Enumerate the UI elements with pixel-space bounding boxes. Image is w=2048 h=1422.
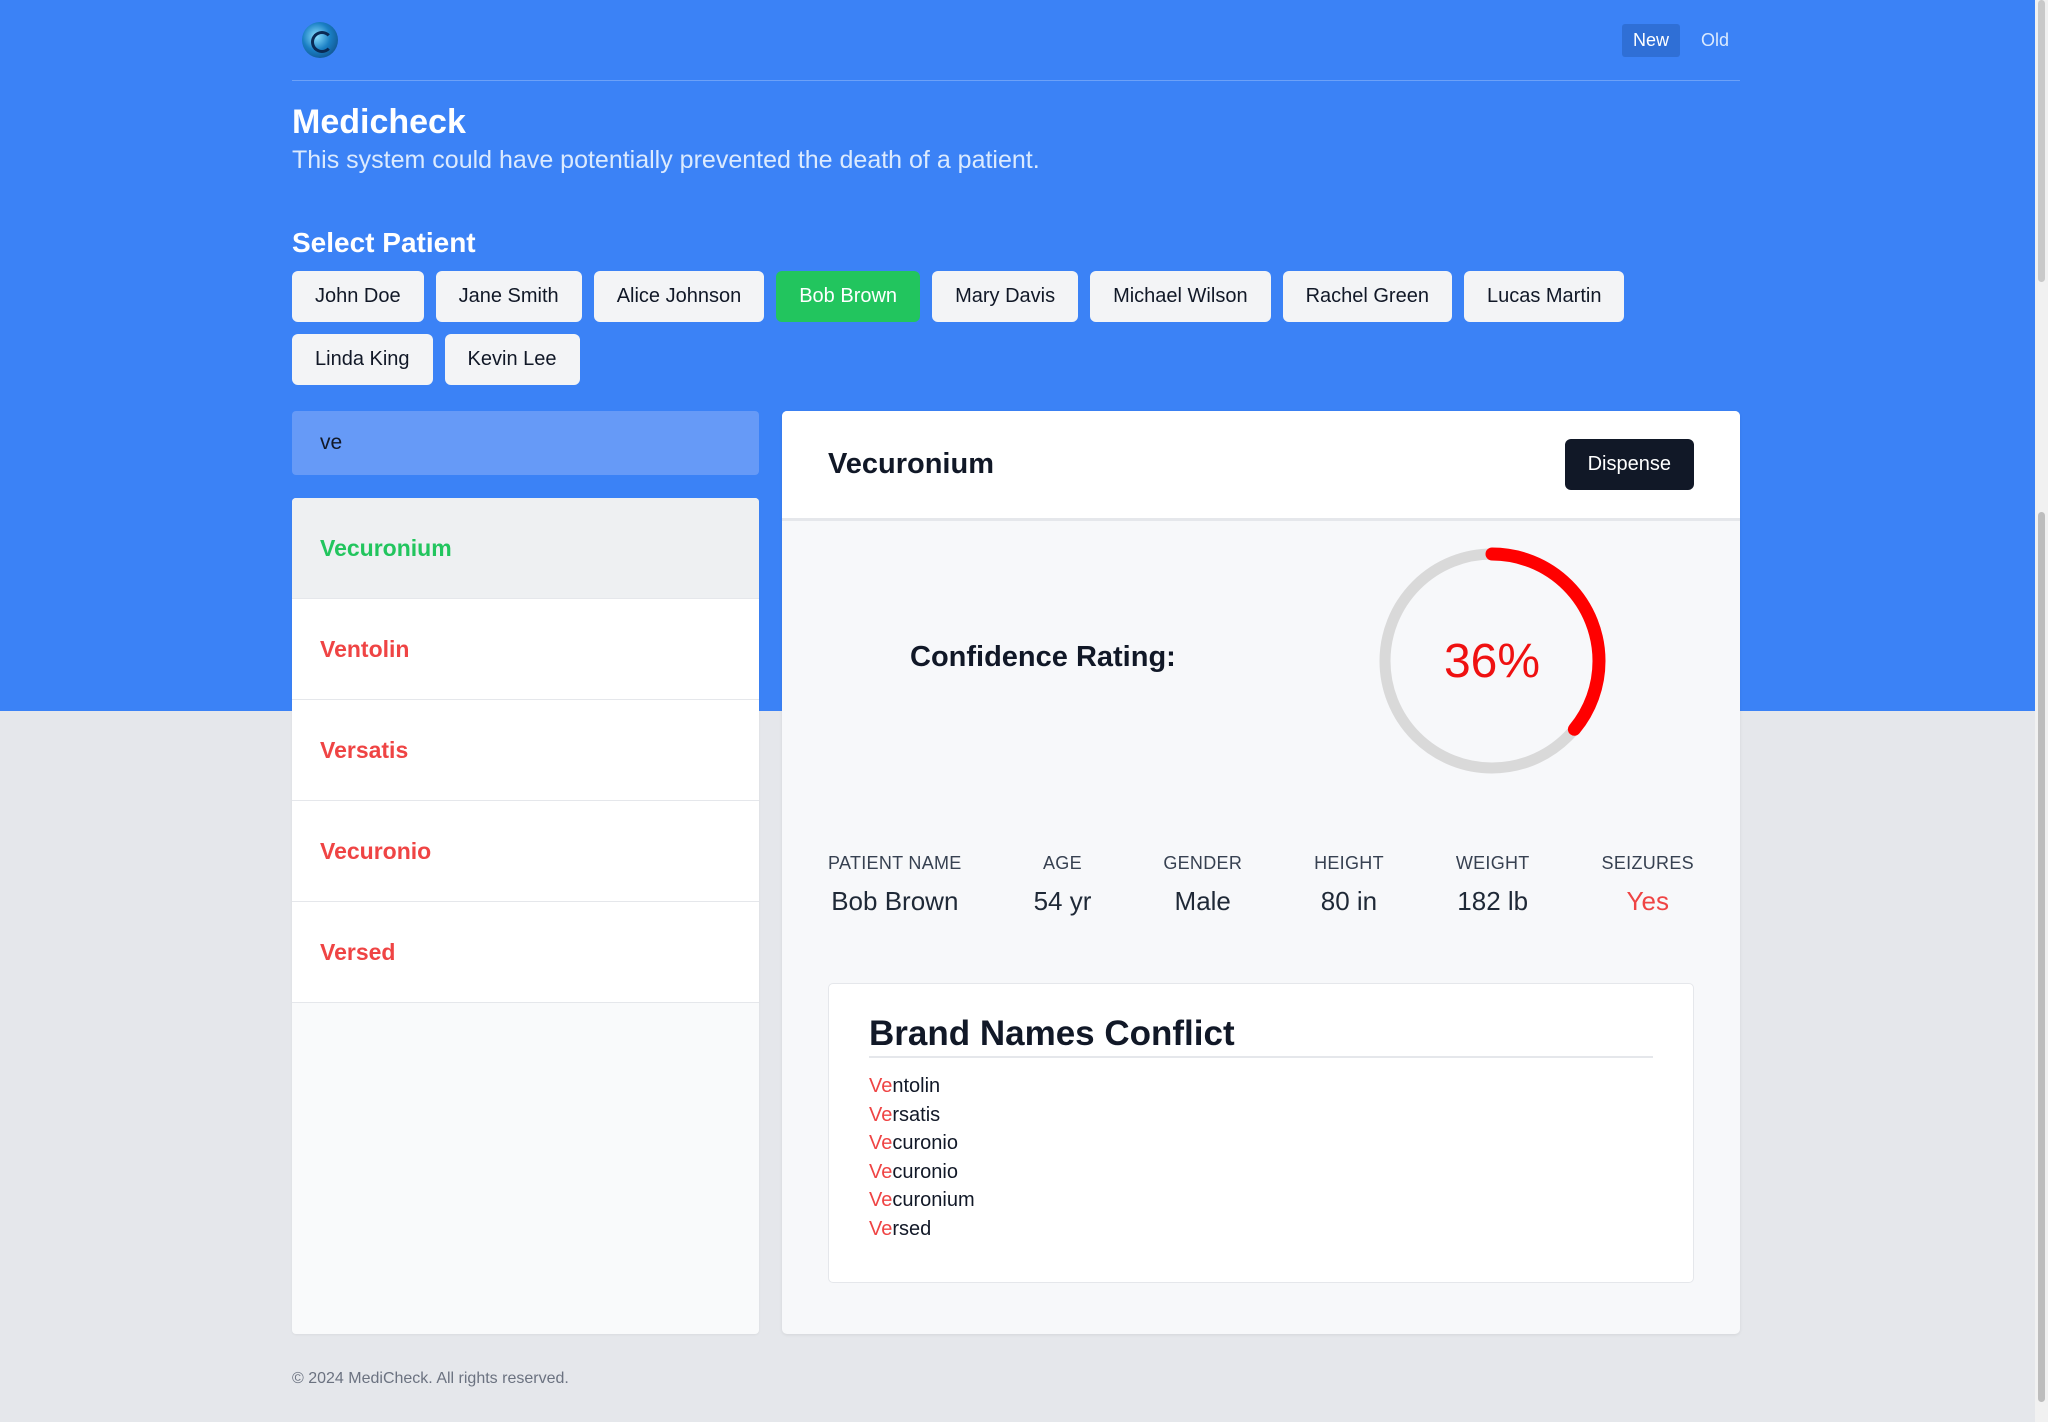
stat-value: 80 in: [1320, 886, 1378, 916]
page-scrollbar[interactable]: [2035, 0, 2048, 1422]
drug-list: Vecuronium Ventolin Versatis Vecuronio V…: [292, 498, 759, 1334]
page-title: Medicheck: [292, 103, 466, 141]
conflict-rest: curonio: [892, 1132, 958, 1154]
conflict-item: Vecuronium: [869, 1186, 1653, 1215]
patient-button-john-doe[interactable]: John Doe: [292, 271, 424, 322]
drug-list-item[interactable]: Versed: [292, 902, 759, 1003]
conflict-match: Ve: [869, 1189, 893, 1211]
conflict-match: Ve: [869, 1160, 893, 1183]
conflict-match: Ve: [869, 1217, 893, 1240]
patient-button-michael-wilson[interactable]: Michael Wilson: [1090, 271, 1271, 322]
scrollbar-thumb[interactable]: [2038, 512, 2045, 1402]
patient-button-jane-smith[interactable]: Jane Smith: [435, 271, 582, 322]
confidence-label: Confidence Rating:: [910, 641, 1176, 673]
scrollbar-track-segment: [2038, 0, 2045, 282]
stat-gender: GENDER Male: [1163, 853, 1242, 917]
stat-weight: WEIGHT 182 lb: [1456, 853, 1530, 917]
page-subtitle: This system could have potentially preve…: [292, 146, 1040, 174]
conflict-match: Ve: [869, 1075, 893, 1097]
patient-stats: PATIENT NAME Bob Brown AGE 54 yr GENDER …: [828, 853, 1694, 917]
detail-drug-title: Vecuronium: [828, 448, 994, 480]
conflict-item: Versed: [869, 1215, 1653, 1244]
confidence-gauge: 36%: [1372, 541, 1612, 781]
brand-names-conflict-card: Brand Names Conflict Ventolin Versatis V…: [828, 983, 1694, 1283]
version-new-button[interactable]: New: [1621, 23, 1680, 57]
drug-list-item[interactable]: Vecuronium: [292, 498, 759, 599]
select-patient-label: Select Patient: [292, 227, 476, 258]
stat-age: AGE 54 yr: [1034, 853, 1092, 917]
stat-patient-name: PATIENT NAME Bob Brown: [828, 853, 962, 917]
stat-label: WEIGHT: [1455, 853, 1530, 873]
confidence-value: 36%: [1443, 634, 1541, 688]
drug-list-item[interactable]: Vecuronio: [292, 801, 759, 902]
patient-button-bob-brown[interactable]: Bob Brown: [776, 271, 921, 322]
stat-value: Bob Brown: [831, 886, 959, 916]
detail-header: Vecuronium Dispense: [782, 411, 1740, 521]
confidence-section: Confidence Rating: 36%: [782, 541, 1740, 781]
conflict-match: Ve: [869, 1132, 893, 1154]
conflict-match: Ve: [869, 1103, 893, 1126]
conflict-rest: curonium: [892, 1189, 975, 1211]
stat-value: Male: [1174, 886, 1231, 916]
stat-height: HEIGHT 80 in: [1314, 853, 1384, 917]
conflict-item: Ventolin: [869, 1072, 1653, 1101]
conflict-rest: rsatis: [892, 1103, 941, 1126]
patient-button-lucas-martin[interactable]: Lucas Martin: [1463, 271, 1625, 322]
stat-value: 54 yr: [1033, 886, 1092, 916]
stat-label: GENDER: [1163, 853, 1243, 873]
stat-label: AGE: [1043, 853, 1082, 873]
patient-button-alice-johnson[interactable]: Alice Johnson: [593, 271, 765, 322]
footer-copyright: © 2024 MediCheck. All rights reserved.: [292, 1370, 569, 1387]
conflict-item: Vecuronio: [869, 1158, 1653, 1187]
stat-label: PATIENT NAME: [828, 853, 962, 873]
top-nav: New Old: [292, 0, 1740, 81]
conflict-item: Versatis: [869, 1101, 1653, 1130]
globe-logo-icon[interactable]: [302, 22, 338, 58]
stat-label: HEIGHT: [1314, 853, 1384, 873]
drug-list-item[interactable]: Ventolin: [292, 599, 759, 700]
stat-label: SEIZURES: [1601, 853, 1694, 873]
drug-detail-panel: Vecuronium Dispense Confidence Rating: 3…: [782, 411, 1740, 1334]
patient-button-kevin-lee[interactable]: Kevin Lee: [444, 334, 580, 385]
drug-search-input[interactable]: ve: [292, 411, 759, 475]
patient-button-rachel-green[interactable]: Rachel Green: [1282, 271, 1452, 322]
conflict-rest: ntolin: [892, 1075, 941, 1097]
stat-seizures: SEIZURES Yes: [1602, 853, 1694, 917]
conflict-rest: curonio: [892, 1160, 958, 1183]
drug-list-item[interactable]: Versatis: [292, 700, 759, 801]
conflict-rest: rsed: [892, 1217, 932, 1240]
patient-button-linda-king[interactable]: Linda King: [292, 334, 433, 385]
patient-button-mary-davis[interactable]: Mary Davis: [932, 271, 1079, 322]
stat-value: 182 lb: [1457, 886, 1529, 916]
version-old-button[interactable]: Old: [1690, 24, 1740, 57]
conflict-list: Ventolin Versatis Vecuronio Vecuronio Ve…: [869, 1072, 1653, 1243]
conflict-title: Brand Names Conflict: [869, 1014, 1653, 1058]
patient-button-group: John Doe Jane Smith Alice Johnson Bob Br…: [292, 271, 1740, 385]
conflict-item: Vecuronio: [869, 1129, 1653, 1158]
dispense-button[interactable]: Dispense: [1564, 439, 1694, 490]
version-switch: New Old: [1621, 23, 1740, 57]
main-container: New Old Medicheck This system could have…: [292, 0, 1740, 385]
stat-value: Yes: [1626, 886, 1669, 916]
